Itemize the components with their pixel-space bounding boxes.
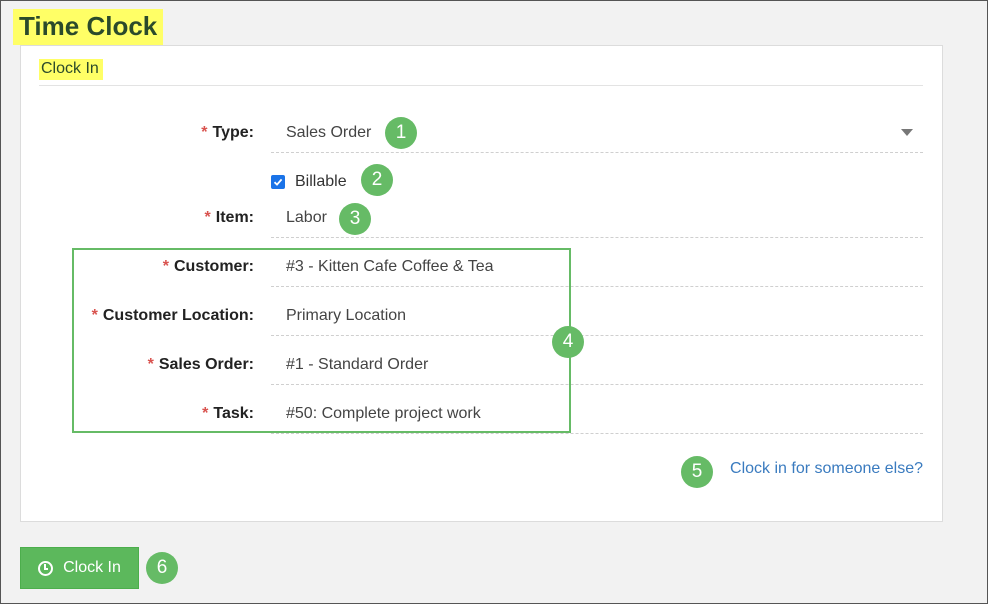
- billable-row[interactable]: Billable: [271, 170, 347, 194]
- item-row: * Item: Labor 3: [21, 198, 944, 238]
- clock-in-button[interactable]: Clock In: [20, 547, 139, 589]
- section-title: Clock In: [39, 59, 103, 80]
- customer-label-text: Customer:: [173, 258, 254, 275]
- customer-row: * Customer: #3 - Kitten Cafe Coffee & Te…: [21, 247, 944, 287]
- page-title: Time Clock: [13, 9, 164, 45]
- required-marker: *: [91, 307, 98, 324]
- clock-in-button-label: Clock In: [63, 559, 121, 576]
- required-marker: *: [204, 209, 211, 226]
- customer-location-value: Primary Location: [286, 306, 407, 324]
- customer-value: #3 - Kitten Cafe Coffee & Tea: [286, 257, 494, 275]
- clock-in-someone-else-link[interactable]: Clock in for someone else?: [730, 460, 923, 478]
- billable-label[interactable]: Billable: [295, 173, 347, 191]
- customer-location-label-text: Customer Location:: [102, 307, 254, 324]
- type-label-text: Type:: [212, 124, 254, 141]
- task-label-text: Task:: [213, 405, 254, 422]
- customer-field[interactable]: #3 - Kitten Cafe Coffee & Tea: [271, 247, 923, 287]
- sales-order-label-text: Sales Order:: [158, 356, 254, 373]
- sales-order-value: #1 - Standard Order: [286, 355, 429, 373]
- sales-order-field[interactable]: #1 - Standard Order: [271, 345, 923, 385]
- required-marker: *: [202, 405, 209, 422]
- annotation-badge-5: 5: [681, 456, 713, 488]
- task-value: #50: Complete project work: [286, 404, 481, 422]
- caret-down-icon[interactable]: [901, 129, 913, 136]
- clock-in-panel: Clock In * Type: Sales Order 1 Billable …: [20, 45, 943, 522]
- customer-location-field[interactable]: Primary Location: [271, 296, 923, 336]
- type-select[interactable]: Sales Order: [271, 113, 923, 153]
- item-label-text: Item:: [215, 209, 254, 226]
- customer-label: * Customer:: [163, 247, 254, 287]
- type-value: Sales Order: [286, 123, 372, 141]
- sales-order-label: * Sales Order:: [148, 345, 254, 385]
- required-marker: *: [201, 124, 208, 141]
- clock-icon: [38, 560, 54, 576]
- item-label: * Item:: [205, 198, 254, 238]
- task-label: * Task:: [202, 394, 254, 434]
- section-divider: [39, 85, 923, 86]
- task-field[interactable]: #50: Complete project work: [271, 394, 923, 434]
- sales-order-row: * Sales Order: #1 - Standard Order: [21, 345, 944, 385]
- annotation-badge-6: 6: [146, 552, 178, 584]
- billable-checkbox[interactable]: [271, 175, 285, 189]
- task-row: * Task: #50: Complete project work: [21, 394, 944, 434]
- item-value: Labor: [286, 208, 327, 226]
- annotation-badge-1: 1: [385, 117, 417, 149]
- required-marker: *: [147, 356, 154, 373]
- annotation-badge-2: 2: [361, 164, 393, 196]
- customer-location-label: * Customer Location:: [92, 296, 254, 336]
- customer-location-row: * Customer Location: Primary Location: [21, 296, 944, 336]
- required-marker: *: [162, 258, 169, 275]
- type-label: * Type:: [201, 113, 254, 153]
- annotation-badge-3: 3: [339, 203, 371, 235]
- checkmark-icon: [273, 178, 283, 186]
- annotation-badge-4: 4: [552, 326, 584, 358]
- type-row: * Type: Sales Order 1: [21, 113, 944, 153]
